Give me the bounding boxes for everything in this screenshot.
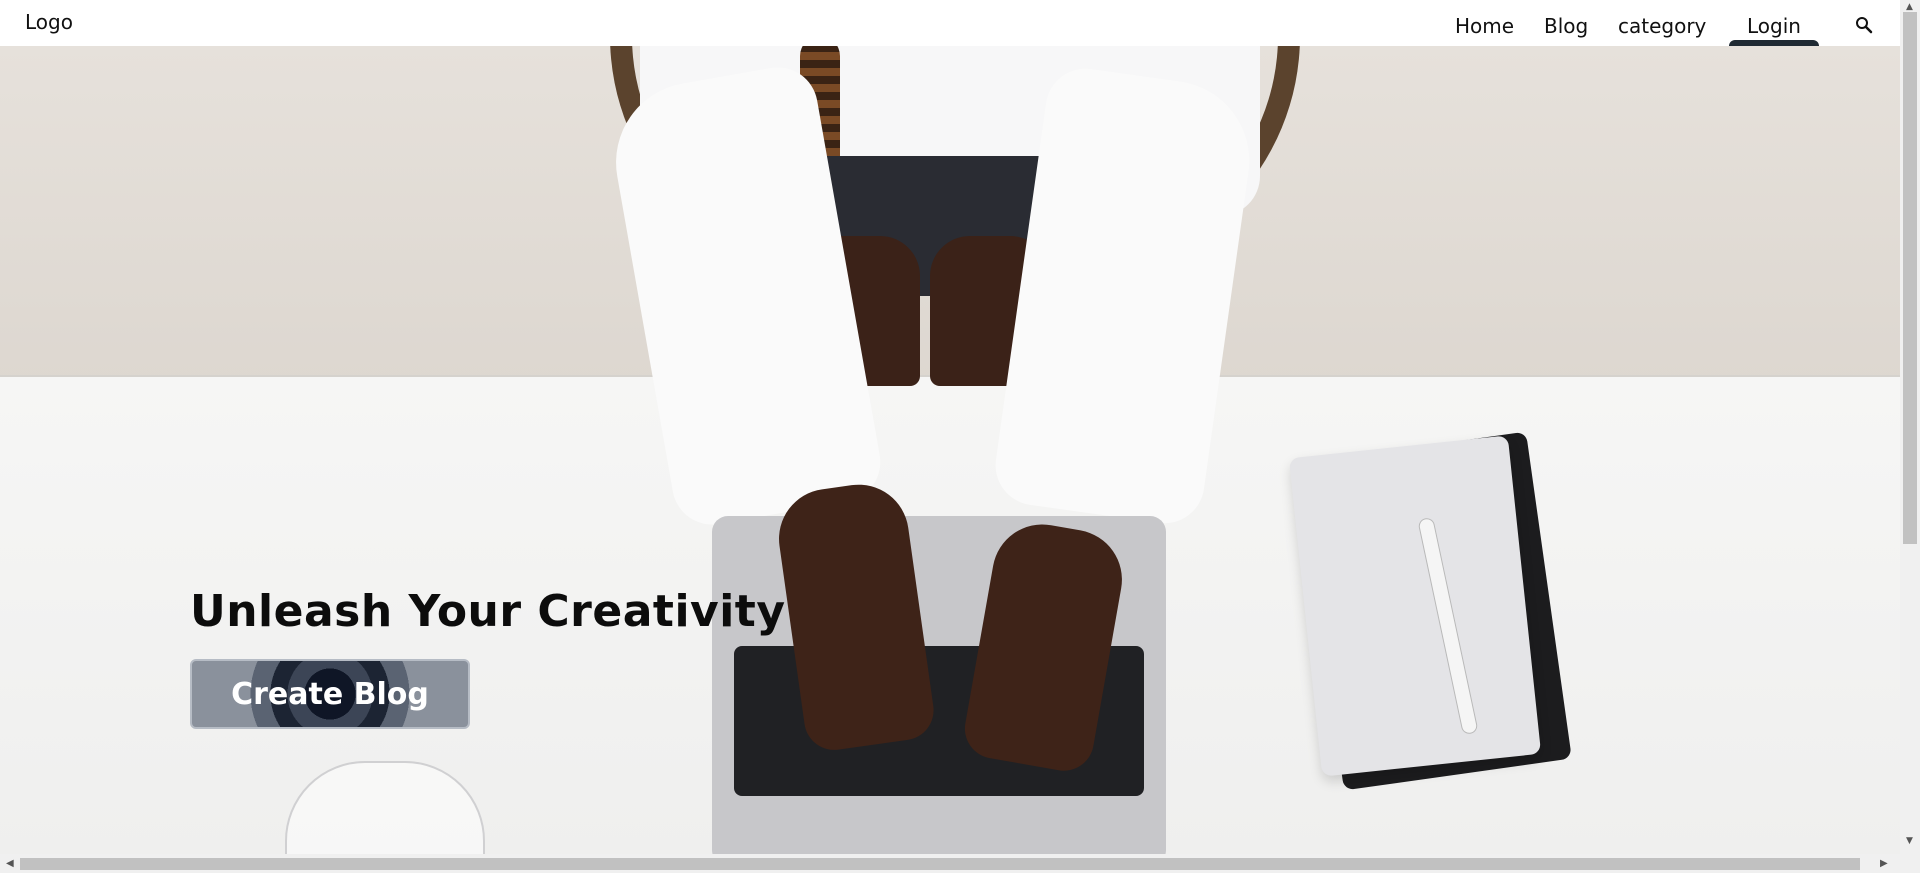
hero-content: Unleash Your Creativity Create Blog (190, 586, 786, 729)
scroll-down-arrow-icon[interactable]: ▼ (1906, 836, 1913, 846)
search-icon[interactable] (1855, 16, 1873, 34)
notebook-white-illustration (1288, 435, 1542, 777)
scroll-up-arrow-icon[interactable]: ▲ (1906, 2, 1913, 12)
page: Logo Home Blog category Login Unleash Yo… (0, 0, 1920, 873)
scroll-right-arrow-icon[interactable]: ▶ (1880, 858, 1888, 869)
top-nav: Logo Home Blog category Login (0, 0, 1900, 46)
hero-section: Unleash Your Creativity Create Blog (0, 46, 1900, 854)
nav-category-link[interactable]: category (1618, 14, 1706, 38)
nav-home-link[interactable]: Home (1455, 14, 1514, 38)
hero-title: Unleash Your Creativity (190, 586, 786, 637)
create-blog-button[interactable]: Create Blog (190, 659, 470, 729)
logo[interactable]: Logo (25, 10, 73, 34)
vertical-scrollbar-thumb[interactable] (1903, 12, 1917, 544)
login-active-indicator (1729, 40, 1819, 46)
horizontal-scrollbar-thumb[interactable] (20, 858, 1860, 870)
scroll-left-arrow-icon[interactable]: ◀ (6, 858, 14, 869)
nav-blog-link[interactable]: Blog (1544, 14, 1588, 38)
